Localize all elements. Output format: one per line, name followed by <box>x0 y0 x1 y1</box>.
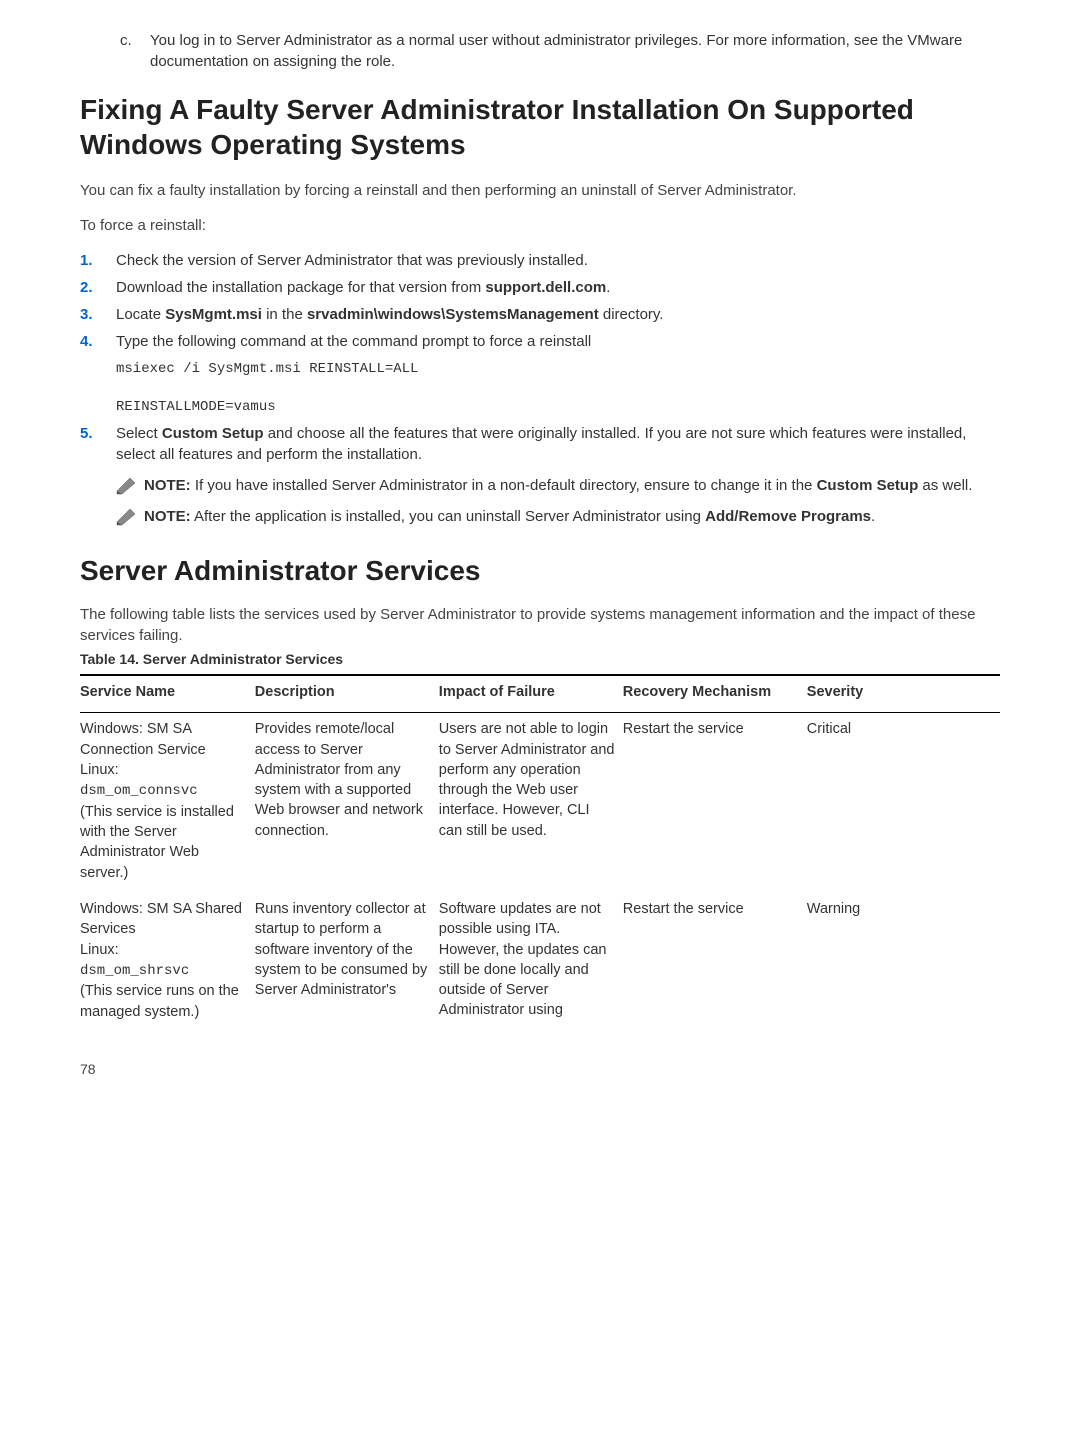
command-line: msiexec /i SysMgmt.msi REINSTALL=ALL <box>116 360 1000 380</box>
cell-recovery: Restart the service <box>623 893 807 1032</box>
heading-fixing-installation: Fixing A Faulty Server Administrator Ins… <box>80 92 1000 162</box>
note-label: NOTE: <box>144 477 191 494</box>
step-number: 5. <box>80 423 116 527</box>
text-fragment: . <box>606 279 610 296</box>
note-label: NOTE: <box>144 508 191 525</box>
ui-option-name: Custom Setup <box>817 477 919 494</box>
step-4: 4. Type the following command at the com… <box>80 331 1000 417</box>
service-binary-name: dsm_om_connsvc <box>80 783 198 799</box>
col-recovery: Recovery Mechanism <box>623 675 807 713</box>
cell-recovery: Restart the service <box>623 713 807 893</box>
step-number: 1. <box>80 250 116 271</box>
text-fragment: Linux: <box>80 762 119 778</box>
note-text: NOTE: After the application is installed… <box>144 506 875 527</box>
text-fragment: Select <box>116 425 162 442</box>
command-line: REINSTALLMODE=vamus <box>116 398 1000 418</box>
step-number: 2. <box>80 277 116 298</box>
cell-impact: Software updates are not possible using … <box>439 893 623 1032</box>
text-fragment: Linux: <box>80 942 119 958</box>
service-binary-name: dsm_om_shrsvc <box>80 963 189 979</box>
table-row: Windows: SM SA Connection Service Linux:… <box>80 713 1000 893</box>
note-icon <box>116 508 136 526</box>
filename: SysMgmt.msi <box>165 306 262 323</box>
table-row: Windows: SM SA Shared Services Linux: ds… <box>80 893 1000 1032</box>
list-letter: c. <box>120 30 150 72</box>
step-text: Locate SysMgmt.msi in the srvadmin\windo… <box>116 304 1000 325</box>
ui-option-name: Custom Setup <box>162 425 264 442</box>
fixing-intro-paragraph: You can fix a faulty installation by for… <box>80 180 1000 201</box>
ui-option-name: Add/Remove Programs <box>705 508 871 525</box>
note-icon <box>116 477 136 495</box>
services-table: Service Name Description Impact of Failu… <box>80 674 1000 1032</box>
note-block: NOTE: If you have installed Server Admin… <box>116 475 1000 496</box>
text-fragment: . <box>871 508 875 525</box>
heading-server-administrator-services: Server Administrator Services <box>80 551 1000 590</box>
step-3: 3. Locate SysMgmt.msi in the srvadmin\wi… <box>80 304 1000 325</box>
col-service-name: Service Name <box>80 675 255 713</box>
text-fragment: in the <box>262 306 307 323</box>
col-severity: Severity <box>807 675 1000 713</box>
note-block: NOTE: After the application is installed… <box>116 506 1000 527</box>
cell-severity: Warning <box>807 893 1000 1032</box>
text-fragment: as well. <box>918 477 972 494</box>
step-text: Check the version of Server Administrato… <box>116 250 1000 271</box>
step-1: 1. Check the version of Server Administr… <box>80 250 1000 271</box>
reinstall-steps-list: 1. Check the version of Server Administr… <box>80 250 1000 527</box>
step-text: Download the installation package for th… <box>116 277 1000 298</box>
step-5: 5. Select Custom Setup and choose all th… <box>80 423 1000 527</box>
cell-service-name: Windows: SM SA Shared Services Linux: ds… <box>80 893 255 1032</box>
col-description: Description <box>255 675 439 713</box>
step-text: Select Custom Setup and choose all the f… <box>116 423 1000 527</box>
intro-list-item: c. You log in to Server Administrator as… <box>120 30 1000 72</box>
force-reinstall-label: To force a reinstall: <box>80 215 1000 236</box>
text-fragment: If you have installed Server Administrat… <box>191 477 817 494</box>
text-fragment: (This service runs on the managed system… <box>80 983 239 1019</box>
text-fragment: (This service is installed with the Serv… <box>80 804 234 881</box>
step-2: 2. Download the installation package for… <box>80 277 1000 298</box>
cell-severity: Critical <box>807 713 1000 893</box>
text-fragment: Windows: SM SA Shared Services <box>80 901 242 937</box>
cell-description: Provides remote/local access to Server A… <box>255 713 439 893</box>
cell-service-name: Windows: SM SA Connection Service Linux:… <box>80 713 255 893</box>
text-fragment: Locate <box>116 306 165 323</box>
page-number: 78 <box>80 1060 1000 1080</box>
directory-path: srvadmin\windows\SystemsManagement <box>307 306 599 323</box>
table-caption: Table 14. Server Administrator Services <box>80 650 1000 670</box>
text-fragment: directory. <box>599 306 664 323</box>
table-header-row: Service Name Description Impact of Failu… <box>80 675 1000 713</box>
text-fragment: Download the installation package for th… <box>116 279 485 296</box>
text-fragment: After the application is installed, you … <box>191 508 705 525</box>
list-text: You log in to Server Administrator as a … <box>150 30 1000 72</box>
step-text: Type the following command at the comman… <box>116 331 1000 417</box>
cell-impact: Users are not able to login to Server Ad… <box>439 713 623 893</box>
text-fragment: Type the following command at the comman… <box>116 333 591 350</box>
services-intro-paragraph: The following table lists the services u… <box>80 604 1000 646</box>
step-number: 3. <box>80 304 116 325</box>
link-text: support.dell.com <box>485 279 606 296</box>
note-text: NOTE: If you have installed Server Admin… <box>144 475 972 496</box>
cell-description: Runs inventory collector at startup to p… <box>255 893 439 1032</box>
text-fragment: Windows: SM SA Connection Service <box>80 721 206 757</box>
step-number: 4. <box>80 331 116 417</box>
col-impact: Impact of Failure <box>439 675 623 713</box>
